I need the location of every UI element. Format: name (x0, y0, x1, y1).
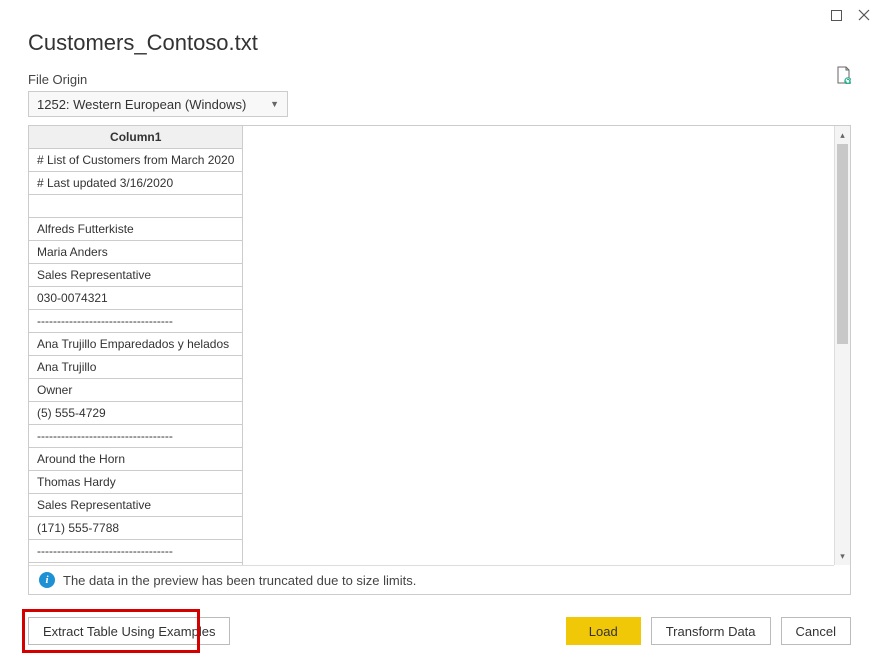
table-cell: Sales Representative (29, 264, 243, 287)
table-row[interactable]: 030-0074321 (29, 287, 243, 310)
table-cell (29, 195, 243, 218)
table-row[interactable]: (5) 555-4729 (29, 402, 243, 425)
table-cell: # Last updated 3/16/2020 (29, 172, 243, 195)
table-cell: ---------------------------------- (29, 310, 243, 333)
table-cell: (171) 555-7788 (29, 517, 243, 540)
table-row[interactable]: Sales Representative (29, 494, 243, 517)
table-row[interactable]: Ana Trujillo (29, 356, 243, 379)
scrollbar-thumb[interactable] (837, 144, 848, 344)
table-row[interactable] (29, 195, 243, 218)
table-cell: ---------------------------------- (29, 540, 243, 563)
scroll-up-icon[interactable]: ▴ (835, 126, 850, 144)
table-row[interactable]: Thomas Hardy (29, 471, 243, 494)
info-message: The data in the preview has been truncat… (63, 573, 416, 588)
table-row[interactable]: Maria Anders (29, 241, 243, 264)
load-button[interactable]: Load (566, 617, 641, 645)
info-icon: i (39, 572, 55, 588)
preview-area: Column1 # List of Customers from March 2… (28, 125, 851, 595)
cancel-button[interactable]: Cancel (781, 617, 851, 645)
page-title: Customers_Contoso.txt (0, 30, 879, 66)
table-cell: Maria Anders (29, 241, 243, 264)
table-row[interactable]: ---------------------------------- (29, 540, 243, 563)
table-row[interactable]: Owner (29, 379, 243, 402)
table-cell: ---------------------------------- (29, 425, 243, 448)
maximize-icon[interactable] (829, 8, 843, 22)
table-row[interactable]: (171) 555-7788 (29, 517, 243, 540)
table-row[interactable]: # Last updated 3/16/2020 (29, 172, 243, 195)
table-cell: Blauer See Delikatessen (29, 563, 243, 566)
chevron-down-icon: ▼ (270, 99, 279, 109)
document-icon[interactable] (836, 66, 851, 87)
scroll-down-icon[interactable]: ▾ (835, 547, 850, 565)
scrollbar-track[interactable] (835, 144, 850, 547)
file-origin-label: File Origin (28, 72, 87, 87)
table-cell: (5) 555-4729 (29, 402, 243, 425)
table-cell: Thomas Hardy (29, 471, 243, 494)
table-cell: Alfreds Futterkiste (29, 218, 243, 241)
close-icon[interactable] (857, 8, 871, 22)
footer: Extract Table Using Examples Load Transf… (28, 617, 851, 645)
file-origin-dropdown[interactable]: 1252: Western European (Windows) ▼ (28, 91, 288, 117)
table-cell: Around the Horn (29, 448, 243, 471)
table-cell: Ana Trujillo (29, 356, 243, 379)
table-cell: # List of Customers from March 2020 (29, 149, 243, 172)
table-cell: 030-0074321 (29, 287, 243, 310)
table-row[interactable]: Around the Horn (29, 448, 243, 471)
table-cell: Owner (29, 379, 243, 402)
vertical-scrollbar[interactable]: ▴ ▾ (834, 126, 850, 565)
table-row[interactable]: Alfreds Futterkiste (29, 218, 243, 241)
column-header[interactable]: Column1 (29, 126, 243, 149)
info-bar: i The data in the preview has been trunc… (29, 565, 834, 594)
table-row[interactable]: Ana Trujillo Emparedados y helados (29, 333, 243, 356)
table-cell: Ana Trujillo Emparedados y helados (29, 333, 243, 356)
transform-data-button[interactable]: Transform Data (651, 617, 771, 645)
table-row[interactable]: Blauer See Delikatessen (29, 563, 243, 566)
table-row[interactable]: ---------------------------------- (29, 425, 243, 448)
preview-table: Column1 # List of Customers from March 2… (29, 126, 243, 565)
titlebar (0, 0, 879, 30)
table-cell: Sales Representative (29, 494, 243, 517)
table-row[interactable]: ---------------------------------- (29, 310, 243, 333)
table-row[interactable]: # List of Customers from March 2020 (29, 149, 243, 172)
file-origin-value: 1252: Western European (Windows) (37, 97, 246, 112)
table-row[interactable]: Sales Representative (29, 264, 243, 287)
extract-table-button[interactable]: Extract Table Using Examples (28, 617, 230, 645)
